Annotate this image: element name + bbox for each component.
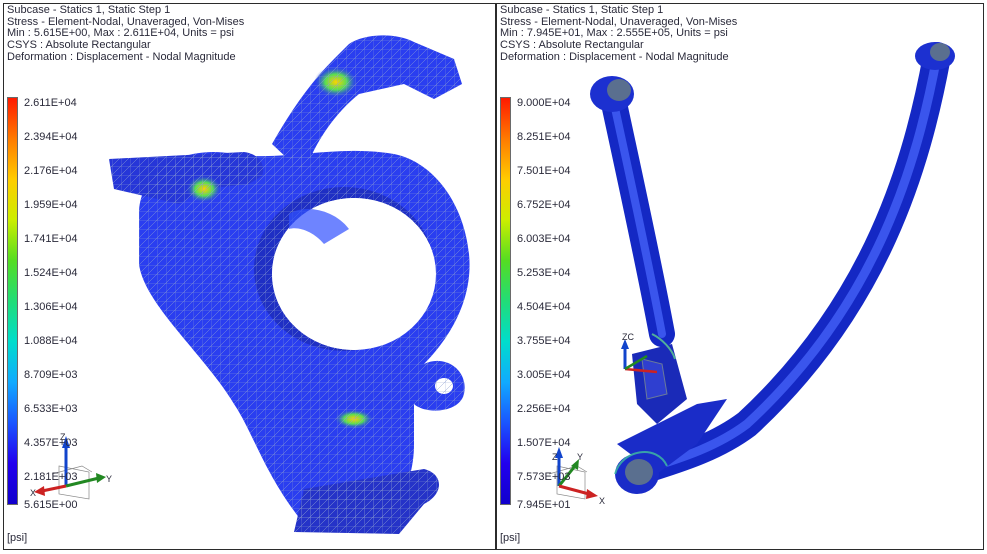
- result-header: Subcase - Statics 1, Static Step 1 Stres…: [7, 4, 244, 64]
- legend-tick: 8.251E+04: [517, 131, 571, 143]
- legend-tick: 2.394E+04: [24, 131, 78, 143]
- triad-y-label: Y: [106, 474, 112, 484]
- legend-tick: 3.755E+04: [517, 335, 571, 347]
- legend-tick: 5.253E+04: [517, 267, 571, 279]
- knuckle-model: Z Y X: [30, 35, 470, 534]
- legend-tick: 7.501E+04: [517, 165, 571, 177]
- unit-label: [psi]: [500, 532, 521, 544]
- legend-tick: 1.088E+04: [24, 335, 78, 347]
- legend-tick: 6.003E+04: [517, 233, 571, 245]
- color-legend-bar: [7, 97, 18, 505]
- triad-x-label: X: [599, 496, 605, 506]
- unit-label: [psi]: [7, 532, 28, 544]
- legend-tick: 2.176E+04: [24, 165, 78, 177]
- result-header: Subcase - Statics 1, Static Step 1 Stres…: [500, 4, 737, 64]
- legend-tick: 7.573E+03: [517, 471, 571, 483]
- header-deformation: Deformation : Displacement - Nodal Magni…: [500, 50, 729, 63]
- triad-y-label: Y: [577, 452, 583, 462]
- wcs-label: ZC: [622, 332, 634, 342]
- legend-tick: 6.752E+04: [517, 199, 571, 211]
- header-subcase: Subcase - Statics 1, Static Step 1: [7, 4, 171, 16]
- legend-tick: 6.533E+03: [24, 403, 78, 415]
- header-deformation: Deformation : Displacement - Nodal Magni…: [7, 50, 236, 63]
- right-viewport[interactable]: ZC Z Y X Subcase - Statics 1, Static Ste…: [496, 3, 984, 550]
- legend-tick: 1.524E+04: [24, 267, 78, 279]
- legend-tick: 9.000E+04: [517, 97, 571, 109]
- left-viewport[interactable]: Z Y X Subcase - Statics 1, Static Step 1…: [3, 3, 496, 550]
- legend-tick: 5.615E+00: [24, 499, 78, 511]
- header-subcase: Subcase - Statics 1, Static Step 1: [500, 4, 664, 16]
- triad-z-label: Z: [552, 452, 558, 462]
- legend-tick: 1.741E+04: [24, 233, 78, 245]
- triad-x-label: X: [30, 488, 36, 498]
- legend-tick: 1.306E+04: [24, 301, 78, 313]
- legend-tick: 1.959E+04: [24, 199, 78, 211]
- legend-tick: 2.611E+04: [24, 97, 77, 109]
- legend-tick: 8.709E+03: [24, 369, 78, 381]
- legend-tick: 4.504E+04: [517, 301, 571, 313]
- legend-tick: 2.256E+04: [517, 403, 571, 415]
- legend-tick: 3.005E+04: [517, 369, 571, 381]
- legend-tick: 2.181E+03: [24, 471, 78, 483]
- legend-tick: 7.945E+01: [517, 499, 571, 511]
- legend-tick: 1.507E+04: [517, 437, 571, 449]
- color-legend-bar: [500, 97, 511, 505]
- legend-tick: 4.357E+03: [24, 437, 78, 449]
